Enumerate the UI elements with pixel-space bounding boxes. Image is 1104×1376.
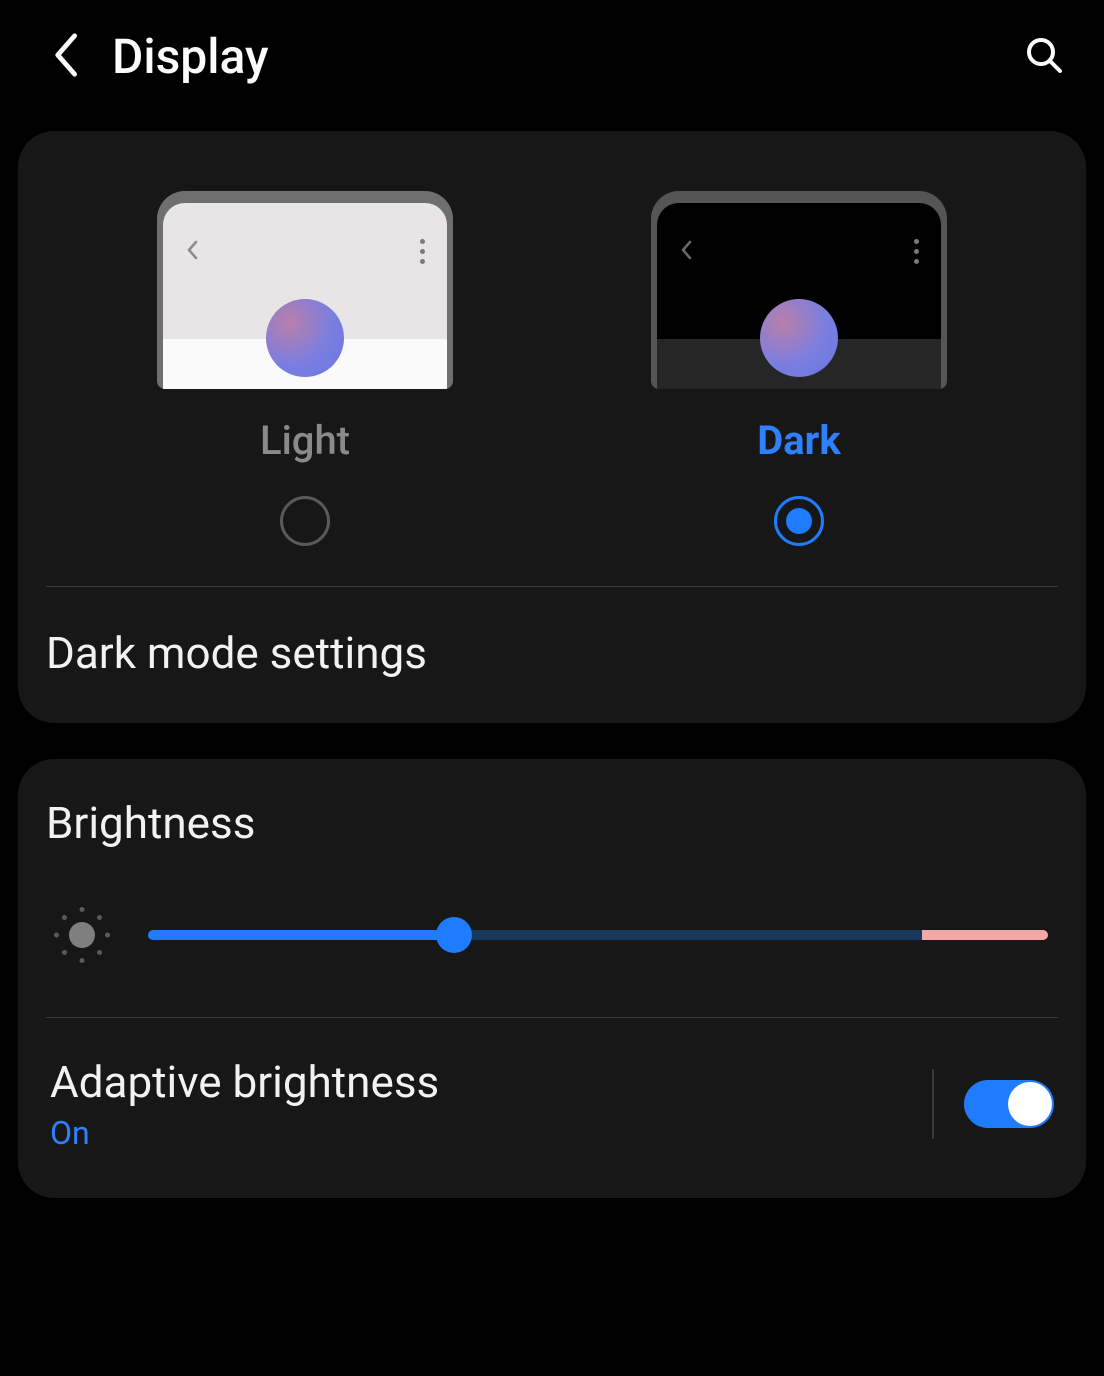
brightness-card: Brightness Adaptive brightness On: [18, 759, 1086, 1198]
slider-warn-zone: [922, 930, 1048, 940]
theme-label-light: Light: [260, 417, 350, 464]
preview-back-icon: [185, 239, 199, 261]
theme-preview-light: [157, 191, 453, 389]
brightness-slider[interactable]: [148, 915, 1048, 955]
page-title: Display: [112, 28, 269, 85]
dark-mode-settings-row[interactable]: Dark mode settings: [18, 587, 1086, 723]
adaptive-toggle[interactable]: [964, 1080, 1054, 1128]
slider-thumb[interactable]: [436, 917, 472, 953]
theme-chooser: Light Dark: [18, 131, 1086, 586]
preview-sphere: [266, 299, 344, 377]
adaptive-status: On: [50, 1114, 439, 1152]
brightness-icon: [56, 909, 108, 961]
theme-option-dark[interactable]: Dark: [651, 191, 947, 546]
toggle-knob: [1008, 1082, 1052, 1126]
preview-menu-icon: [914, 239, 919, 264]
slider-fill: [148, 930, 454, 940]
theme-card: Light Dark Dark mode settings: [18, 131, 1086, 723]
adaptive-right: [932, 1069, 1054, 1139]
theme-preview-dark: [651, 191, 947, 389]
search-icon[interactable]: [1024, 35, 1064, 79]
separator-vertical: [932, 1069, 934, 1139]
radio-dark[interactable]: [774, 496, 824, 546]
preview-back-icon: [679, 239, 693, 261]
app-header: Display: [0, 0, 1104, 113]
adaptive-brightness-row[interactable]: Adaptive brightness On: [46, 1018, 1058, 1198]
back-icon[interactable]: [50, 31, 80, 83]
adaptive-title: Adaptive brightness: [50, 1056, 439, 1108]
preview-menu-icon: [420, 239, 425, 264]
theme-option-light[interactable]: Light: [157, 191, 453, 546]
adaptive-text: Adaptive brightness On: [50, 1056, 439, 1152]
header-left: Display: [50, 28, 269, 85]
theme-label-dark: Dark: [757, 417, 840, 464]
brightness-title: Brightness: [46, 797, 1058, 849]
radio-light[interactable]: [280, 496, 330, 546]
preview-sphere: [760, 299, 838, 377]
brightness-row: [46, 909, 1058, 1017]
